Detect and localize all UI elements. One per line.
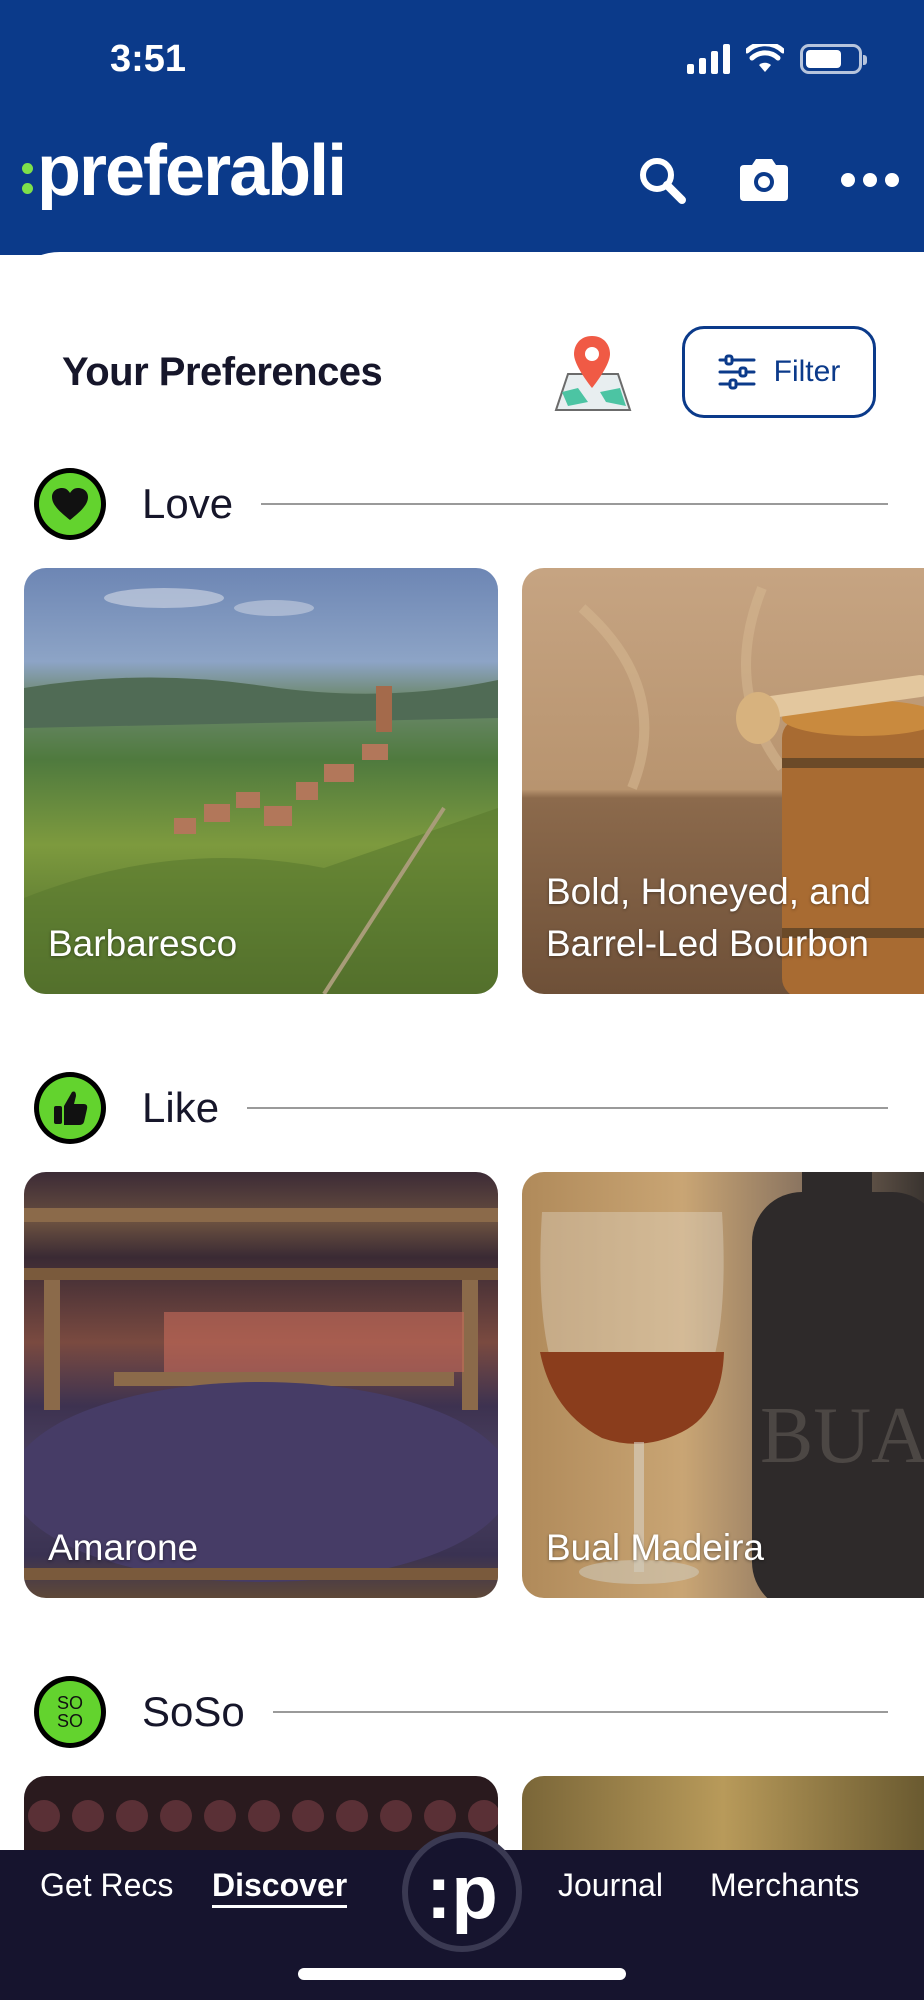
app-logo[interactable]: preferabli (22, 135, 347, 207)
sliders-icon (718, 354, 756, 390)
section-label-like: Like (142, 1084, 220, 1131)
soso-icon: SO SO (56, 1693, 83, 1731)
card-bual-madeira[interactable]: BUA Bual Madeira (522, 1172, 924, 1598)
heart-icon (52, 488, 88, 520)
camera-button[interactable] (734, 150, 794, 210)
page-title: Your Preferences (62, 350, 383, 394)
thumbs-up-icon (54, 1091, 88, 1125)
cellular-signal-icon (687, 44, 730, 74)
soso-badge: SO SO (34, 1676, 106, 1748)
content-top-curve (0, 252, 924, 322)
section-divider (261, 503, 888, 505)
section-label-love: Love (142, 480, 234, 527)
card-label: Amarone (48, 1527, 199, 1569)
like-badge (34, 1072, 106, 1144)
card-bourbon[interactable]: Bold, Honeyed, and Barrel-Led Bourbon (522, 568, 924, 994)
card-label: Bold, Honeyed, and Barrel-Led Bourbon (546, 871, 872, 965)
battery-icon (800, 44, 867, 74)
search-button[interactable] (632, 150, 692, 210)
card-label: Barbaresco (48, 923, 238, 965)
section-like-header: Like (34, 1072, 888, 1144)
nav-journal[interactable]: Journal (558, 1862, 663, 1908)
love-badge (34, 468, 106, 540)
wifi-icon (746, 44, 784, 72)
svg-text:BUA: BUA (760, 1392, 924, 1480)
home-indicator (298, 1968, 626, 1980)
center-logo-button[interactable]: :p (402, 1832, 522, 1952)
section-label-soso: SoSo (142, 1688, 245, 1735)
card-amarone[interactable]: Amarone (24, 1172, 498, 1598)
more-button[interactable] (838, 150, 902, 210)
nav-get-recs[interactable]: Get Recs (40, 1862, 173, 1908)
filter-label: Filter (773, 355, 841, 388)
card-label: Bual Madeira (546, 1527, 765, 1569)
status-time: 3:51 (110, 38, 187, 80)
card-barbaresco[interactable]: Barbaresco (24, 568, 498, 994)
status-icons (687, 44, 867, 74)
section-divider (247, 1107, 888, 1109)
card-soso-2[interactable] (522, 1776, 924, 1856)
camera-icon (740, 159, 788, 201)
nav-discover[interactable]: Discover (212, 1862, 348, 1908)
more-icon (841, 173, 899, 187)
filter-button[interactable]: Filter (682, 326, 876, 418)
section-divider (272, 1711, 888, 1713)
search-icon (640, 158, 686, 204)
nav-merchants[interactable]: Merchants (710, 1862, 859, 1908)
section-soso-header: SO SO SoSo (34, 1676, 888, 1748)
map-button[interactable] (548, 330, 636, 418)
section-love-header: Love (34, 468, 888, 540)
map-pin-icon (554, 336, 632, 411)
